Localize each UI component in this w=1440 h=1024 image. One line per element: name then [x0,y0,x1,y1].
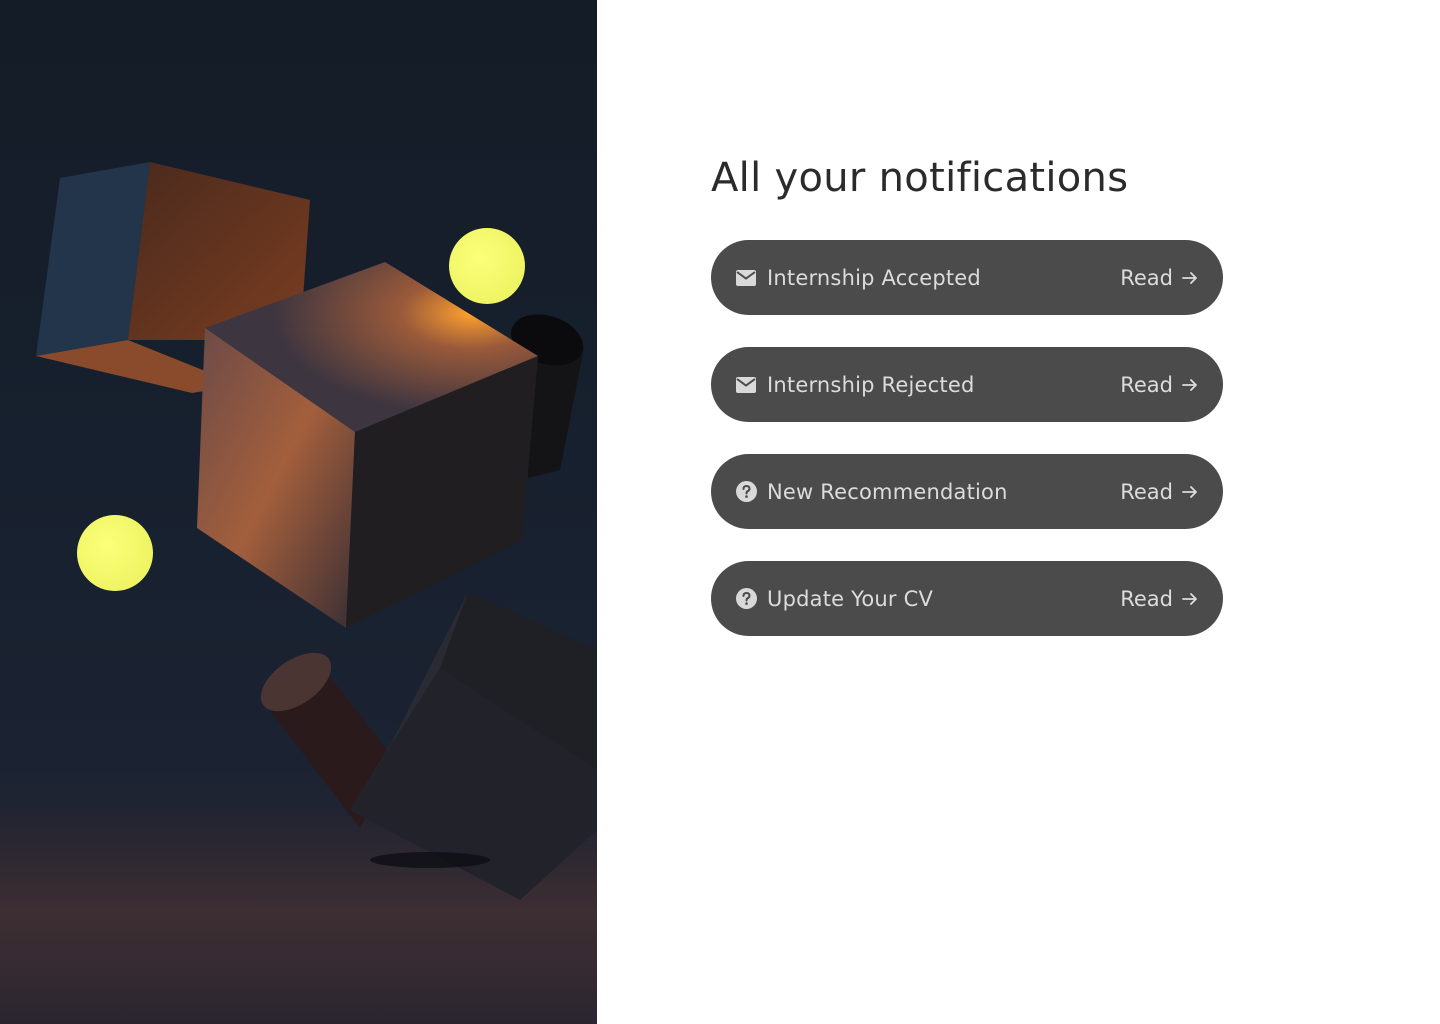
arrow-right-icon [1181,589,1201,609]
notification-list: Internship Accepted Read Internship Reje… [711,240,1271,636]
notification-item-new-recommendation[interactable]: New Recommendation Read [711,454,1223,529]
notification-label: Internship Rejected [767,372,975,397]
page-title: All your notifications [711,155,1129,201]
mail-icon [735,374,757,396]
help-circle-icon [735,481,757,503]
read-button[interactable]: Read [1120,587,1201,611]
mail-icon [735,267,757,289]
hero-illustration [0,0,597,1024]
arrow-right-icon [1181,375,1201,395]
read-label: Read [1120,479,1173,504]
read-button[interactable]: Read [1120,266,1201,290]
notification-label: New Recommendation [767,479,1008,504]
notification-item-internship-rejected[interactable]: Internship Rejected Read [711,347,1223,422]
notifications-panel: All your notifications Internship Accept… [711,150,1271,668]
read-button[interactable]: Read [1120,373,1201,397]
read-label: Read [1120,372,1173,397]
arrow-right-icon [1181,482,1201,502]
read-label: Read [1120,586,1173,611]
yellow-sphere [77,515,153,591]
yellow-sphere [449,228,525,304]
arrow-right-icon [1181,268,1201,288]
read-label: Read [1120,265,1173,290]
floating-cubes-illustration [0,162,597,1024]
read-button[interactable]: Read [1120,480,1201,504]
help-circle-icon [735,588,757,610]
notification-label: Internship Accepted [767,265,981,290]
notification-item-internship-accepted[interactable]: Internship Accepted Read [711,240,1223,315]
notification-item-update-cv[interactable]: Update Your CV Read [711,561,1223,636]
notification-label: Update Your CV [767,586,934,611]
